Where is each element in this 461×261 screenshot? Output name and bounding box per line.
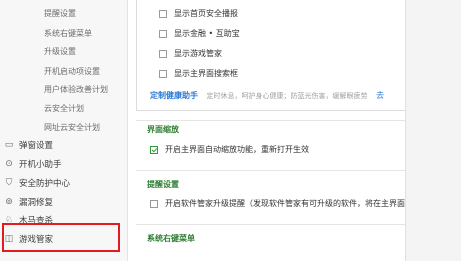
popup-icon: ▭ [4, 140, 14, 150]
option-auto-zoom[interactable]: 开启主界面自动缩放功能，重新打开生效 [150, 144, 309, 155]
health-helper-link[interactable]: 去 [376, 91, 384, 100]
rocket-icon: ⊙ [5, 159, 13, 169]
checkbox[interactable] [159, 69, 167, 78]
option-home-security-broadcast[interactable]: 显示首页安全播报 [159, 8, 238, 19]
checkbox[interactable] [159, 9, 167, 18]
option-label: 显示首页安全播报 [174, 9, 238, 18]
option-label: 开启软件管家升级提醒（发现软件管家有可升级的软件，将在主界面 [165, 199, 405, 208]
sidebar-subitem-ux-plan[interactable]: 用户体验改善计划 [44, 84, 108, 95]
checkbox[interactable] [150, 199, 158, 208]
shield-icon: ⛉ [5, 178, 13, 188]
divider [136, 120, 412, 121]
option-label: 显示金融 • 互助宝 [174, 29, 240, 38]
option-search-box[interactable]: 显示主界面搜索框 [159, 68, 238, 79]
option-game-manager[interactable]: 显示游戏管家 [159, 48, 222, 59]
option-label: 显示主界面搜索框 [174, 69, 238, 78]
sidebar-subitem-url-cloud-security[interactable]: 网址云安全计划 [44, 122, 100, 133]
right-panel [405, 0, 461, 261]
option-finance[interactable]: 显示金融 • 互助宝 [159, 28, 240, 39]
checkbox[interactable] [159, 29, 167, 38]
sidebar-item-label: 弹窗设置 [19, 141, 54, 151]
sidebar-item-label: 开机小助手 [19, 160, 62, 170]
section-title-remind: 提醒设置 [147, 180, 179, 189]
patch-icon: ⊚ [5, 197, 13, 207]
health-helper-title[interactable]: 定制健康助手 [150, 91, 198, 100]
checkbox[interactable] [159, 49, 167, 58]
section-title-context-menu: 系统右键菜单 [147, 234, 195, 243]
divider [136, 170, 412, 171]
option-label: 开启主界面自动缩放功能，重新打开生效 [165, 145, 309, 154]
health-helper-row: 定制健康助手 定时休息，呵护身心健康；防蓝光伤害，缓解眼疲劳 去 [150, 90, 384, 101]
option-label: 显示游戏管家 [174, 49, 222, 58]
sidebar: 提醒设置 系统右键菜单 升级设置 开机启动项设置 用户体验改善计划 云安全计划 … [0, 0, 128, 261]
sidebar-item-vuln-fix[interactable]: ⊚ 漏洞修复 [4, 194, 53, 210]
sidebar-item-label: 安全防护中心 [19, 179, 71, 189]
sidebar-item-security-center[interactable]: ⛉ 安全防护中心 [4, 175, 70, 191]
sidebar-item-startup-helper[interactable]: ⊙ 开机小助手 [4, 156, 62, 172]
sidebar-subitem-startup[interactable]: 开机启动项设置 [44, 66, 100, 77]
section-title-zoom: 界面缩放 [147, 125, 179, 134]
sidebar-subitem-context-menu[interactable]: 系统右键菜单 [44, 28, 92, 39]
checkbox[interactable] [150, 145, 158, 154]
health-helper-desc: 定时休息，呵护身心健康；防蓝光伤害，缓解眼疲劳 [206, 92, 368, 100]
divider [136, 224, 412, 225]
sidebar-subitem-upgrade[interactable]: 升级设置 [44, 46, 76, 57]
sidebar-subitem-remind[interactable]: 提醒设置 [44, 8, 76, 19]
homepage-options-panel: 显示首页安全播报 显示金融 • 互助宝 显示游戏管家 显示主界面搜索框 定制健康… [136, 0, 414, 111]
highlight-box [2, 223, 120, 252]
option-upgrade-remind[interactable]: 开启软件管家升级提醒（发现软件管家有可升级的软件，将在主界面 [150, 198, 405, 209]
sidebar-item-popup[interactable]: ▭ 弹窗设置 [4, 137, 53, 153]
sidebar-subitem-cloud-security[interactable]: 云安全计划 [44, 103, 84, 114]
sidebar-item-label: 漏洞修复 [19, 198, 54, 208]
